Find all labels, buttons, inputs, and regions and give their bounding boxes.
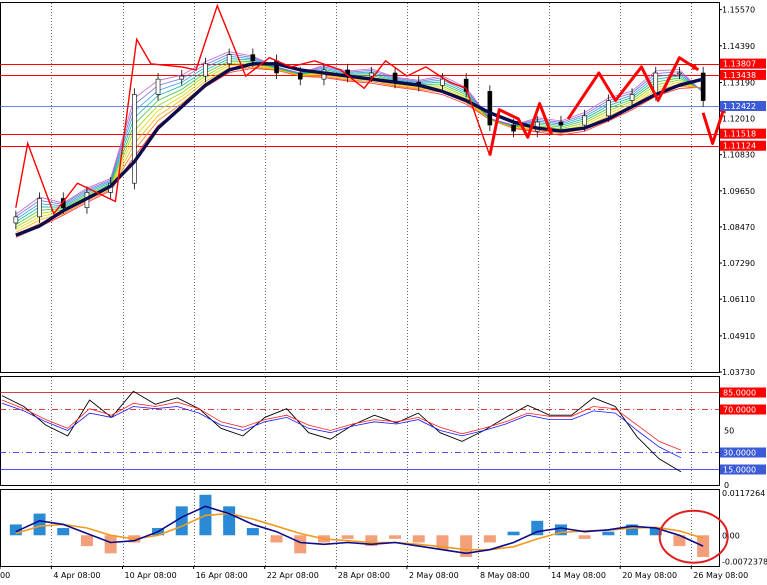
price-label: 1.12422 [723, 102, 756, 111]
macd-histogram-bar [105, 535, 117, 553]
trading-chart: 1.155701.143901.131901.120101.108301.096… [0, 0, 767, 581]
price-axis-label: 1.15570 [722, 6, 755, 15]
price-axis-label: 1.14390 [722, 42, 755, 51]
candle-body [14, 217, 18, 223]
oscillator-level-label: 15.0000 [723, 466, 756, 475]
macd-axis-label: -0.0072378 [722, 557, 767, 566]
time-axis-label: 22 Apr 08:00 [267, 571, 319, 580]
time-axis-label: 28 Apr 08:00 [338, 571, 390, 580]
candle-body [677, 73, 681, 74]
candle-body [38, 198, 42, 216]
candle-body [701, 73, 705, 101]
time-axis-label: 14 May 08:00 [551, 571, 606, 580]
candle-body [203, 64, 207, 76]
candle-body [583, 116, 587, 125]
time-axis-label: 10 Apr 08:00 [125, 571, 177, 580]
oscillator-level-label: 30.0000 [723, 449, 756, 458]
candle-body [440, 79, 444, 85]
macd-histogram-bar [176, 506, 188, 535]
time-axis-label: 4 Apr 08:00 [53, 571, 100, 580]
time-axis-label: 16 Apr 08:00 [196, 571, 248, 580]
price-label: 1.11124 [723, 142, 756, 151]
price-axis-label: 1.06110 [722, 295, 755, 304]
price-axis-label: 1.03730 [722, 368, 755, 377]
candle-body [251, 55, 255, 61]
macd-histogram-bar [484, 535, 496, 542]
candle-body [512, 125, 516, 131]
time-axis-label: 8 May 08:00 [480, 571, 530, 580]
oscillator-level-label: 70.0000 [723, 406, 756, 415]
price-label: 1.13438 [723, 71, 756, 80]
price-axis-label: 1.10830 [722, 151, 755, 160]
candle-body [488, 91, 492, 125]
candle-body [156, 79, 160, 94]
price-axis-label: 1.12010 [722, 115, 755, 124]
time-axis-label: 2 May 08:00 [409, 571, 459, 580]
macd-axis-label: 0.00 [722, 531, 740, 540]
candle-body [606, 101, 610, 116]
time-axis-label: 20 May 08:00 [622, 571, 677, 580]
oscillator-axis-label: 50 [724, 427, 734, 436]
macd-histogram-bar [697, 535, 709, 557]
macd-histogram-bar [34, 514, 46, 536]
macd-histogram-bar [579, 535, 591, 539]
price-axis-label: 1.04910 [722, 332, 755, 341]
macd-histogram-bar [81, 535, 93, 546]
candle-body [227, 55, 231, 64]
candle-body [298, 73, 302, 79]
macd-histogram-bar [602, 532, 614, 536]
macd-histogram-bar [294, 535, 306, 553]
oscillator-level-label: 85.0000 [723, 389, 756, 398]
macd-histogram-bar [247, 528, 259, 535]
price-axis-label: 1.08470 [722, 223, 755, 232]
candle-body [630, 94, 634, 100]
candle-body [180, 76, 184, 79]
macd-histogram-bar [271, 535, 283, 542]
price-label: 1.11518 [723, 130, 756, 139]
price-label: 1.13807 [723, 60, 756, 69]
price-axis-label: 1.07290 [722, 259, 755, 268]
macd-histogram-bar [57, 528, 69, 535]
candle-body [369, 73, 373, 76]
chart-window: 1.155701.143901.131901.120101.108301.096… [0, 0, 767, 581]
macd-histogram-bar [389, 535, 401, 539]
macd-histogram-bar [508, 532, 520, 536]
time-axis-label: 00 [0, 571, 10, 580]
macd-histogram-bar [413, 535, 425, 542]
candle-body [559, 122, 563, 125]
macd-histogram-bar [342, 535, 354, 539]
macd-histogram-bar [223, 506, 235, 535]
price-axis-label: 1.09650 [722, 187, 755, 196]
macd-axis-label: 0.0117264 [722, 489, 765, 498]
candle-body [132, 94, 136, 183]
time-axis-label: 26 May 08:00 [693, 571, 748, 580]
